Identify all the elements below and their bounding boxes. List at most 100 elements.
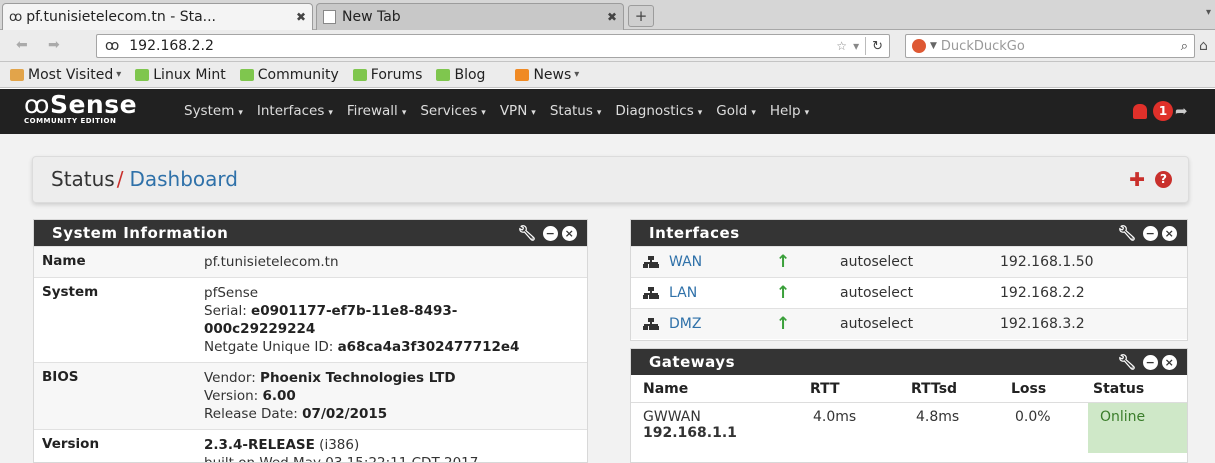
bookmarks-bar: Most Visited ▾ Linux Mint Community Foru… [0, 62, 1215, 88]
breadcrumb-current[interactable]: Dashboard [129, 167, 238, 191]
site-identity-icon[interactable]: ꝏ [105, 38, 119, 54]
breadcrumb-separator: / [116, 167, 124, 191]
breadcrumb: Status / Dashboard ✚ ? [32, 156, 1189, 203]
menu-firewall[interactable]: Firewall ▾ [347, 103, 406, 119]
version-label: Version: [204, 388, 259, 404]
search-placeholder[interactable]: DuckDuckGo [941, 39, 1181, 54]
version-value: 6.00 [262, 388, 296, 404]
minimize-icon[interactable]: − [1143, 225, 1158, 241]
rss-icon [515, 68, 530, 81]
bookmark-news[interactable]: News ▾ [515, 67, 579, 83]
minimize-icon[interactable]: − [543, 225, 558, 241]
tab-title: New Tab [342, 9, 401, 25]
new-tab-button[interactable]: + [628, 5, 654, 27]
info-row-name: Name pf.tunisietelecom.tn [34, 246, 587, 277]
widget-title: System Information [52, 224, 229, 242]
logout-icon[interactable]: ➦ [1175, 102, 1188, 120]
bookmark-community[interactable]: Community [239, 66, 339, 83]
logo-subtitle: COMMUNITY EDITION [24, 117, 117, 125]
column-header-rtt: RTT [810, 381, 840, 397]
home-icon[interactable]: ⌂ [1199, 38, 1208, 54]
interface-media: autoselect [840, 254, 914, 270]
menu-status[interactable]: Status ▾ [550, 103, 602, 119]
close-icon[interactable]: × [1162, 354, 1177, 370]
info-value: Vendor: Phoenix Technologies LTD Version… [204, 363, 587, 429]
info-value: 2.3.4-RELEASE (i386) built on Wed May 03… [204, 430, 587, 462]
menu-services[interactable]: Services ▾ [420, 103, 485, 119]
chevron-down-icon: ▾ [116, 69, 122, 80]
interface-link-lan[interactable]: LAN [669, 285, 697, 301]
browser-tab-active[interactable]: ꝏ pf.tunisietelecom.tn - Sta... ✖ [2, 3, 313, 30]
wrench-icon[interactable]: 🔧︎ [1117, 353, 1137, 371]
alert-count-badge[interactable]: 1 [1153, 101, 1173, 121]
interface-link-wan[interactable]: WAN [669, 254, 702, 270]
bookmark-label: Community [257, 66, 339, 83]
tab-close-icon[interactable]: ✖ [607, 10, 617, 24]
menu-gold[interactable]: Gold ▾ [716, 103, 756, 119]
table-row: GWWAN 192.168.1.1 4.0ms 4.8ms 0.0% Onlin… [631, 403, 1187, 461]
add-widget-icon[interactable]: ✚ [1129, 169, 1145, 191]
serial-label: Serial: [204, 303, 247, 319]
wrench-icon[interactable]: 🔧︎ [517, 224, 537, 242]
tab-title: pf.tunisietelecom.tn - Sta... [26, 9, 216, 25]
pfsense-favicon-icon: ꝏ [9, 9, 23, 25]
bookmark-linux-mint[interactable]: Linux Mint [135, 67, 226, 83]
menu-help[interactable]: Help ▾ [770, 103, 809, 119]
system-information-widget: System Information 🔧︎ − × Name pf.tunisi… [33, 219, 588, 463]
arch: (i386) [319, 437, 360, 453]
close-icon[interactable]: × [562, 225, 577, 241]
interface-ip: 192.168.1.50 [1000, 254, 1094, 270]
pfsense-navbar: ꝏSense COMMUNITY EDITION System ▾ Interfa… [0, 89, 1215, 134]
search-icon[interactable]: ⌕ [1181, 39, 1188, 54]
network-icon [643, 287, 659, 299]
mint-icon [436, 68, 451, 81]
close-icon[interactable]: × [1162, 225, 1177, 241]
pfsense-logo[interactable]: ꝏSense COMMUNITY EDITION [24, 91, 164, 131]
search-bar[interactable]: ▼ DuckDuckGo ⌕ [905, 34, 1195, 58]
gateway-address: 192.168.1.1 [643, 425, 737, 441]
widget-header: System Information 🔧︎ − × [34, 220, 587, 246]
wrench-icon[interactable]: 🔧︎ [1117, 224, 1137, 242]
search-engine-dropdown-icon[interactable]: ▼ [930, 41, 937, 51]
url-text[interactable]: 192.168.2.2 [129, 38, 836, 54]
widget-title: Interfaces [649, 224, 740, 242]
bell-icon[interactable] [1133, 103, 1147, 119]
minimize-icon[interactable]: − [1143, 354, 1158, 370]
tab-close-icon[interactable]: ✖ [296, 10, 306, 24]
vendor-label: Vendor: [204, 370, 256, 386]
interface-link-dmz[interactable]: DMZ [669, 316, 701, 332]
browser-nav-bar: ⬅ ➡ ꝏ 192.168.2.2 ☆ ▾ ↻ ▼ DuckDuckGo ⌕ ⌂ [0, 30, 1215, 62]
duckduckgo-icon[interactable] [912, 39, 926, 53]
column-header-name: Name [643, 381, 689, 397]
browser-tab-new[interactable]: New Tab ✖ [316, 3, 624, 30]
info-row-bios: BIOS Vendor: Phoenix Technologies LTD Ve… [34, 362, 587, 429]
interface-ip: 192.168.2.2 [1000, 285, 1085, 301]
widget-header: Gateways 🔧︎ − × [631, 349, 1187, 375]
menu-system[interactable]: System ▾ [184, 103, 243, 119]
arrow-up-icon: ↑ [776, 314, 791, 334]
interface-ip: 192.168.3.2 [1000, 316, 1085, 332]
history-dropdown-icon[interactable]: ▾ [853, 39, 859, 53]
menu-diagnostics[interactable]: Diagnostics ▾ [615, 103, 702, 119]
bookmark-most-visited[interactable]: Most Visited ▾ [10, 67, 121, 83]
interface-media: autoselect [840, 316, 914, 332]
main-menu: System ▾ Interfaces ▾ Firewall ▾ Services ▾ … [184, 103, 809, 119]
arrow-up-icon: ↑ [776, 252, 791, 272]
back-arrow-icon[interactable]: ⬅ [16, 37, 28, 53]
release-label: Release Date: [204, 406, 298, 422]
bookmark-forums[interactable]: Forums [352, 67, 422, 83]
reload-icon[interactable]: ↻ [872, 39, 883, 54]
help-icon[interactable]: ? [1155, 171, 1172, 188]
bookmark-blog[interactable]: Blog [436, 67, 485, 83]
interface-row: LAN ↑ autoselect 192.168.2.2 [631, 277, 1187, 308]
url-bar[interactable]: ꝏ 192.168.2.2 ☆ ▾ ↻ [96, 34, 890, 58]
notifications[interactable]: 1 [1133, 101, 1173, 121]
menu-interfaces[interactable]: Interfaces ▾ [257, 103, 333, 119]
menu-vpn[interactable]: VPN ▾ [500, 103, 536, 119]
network-icon [643, 318, 659, 330]
bookmark-star-icon[interactable]: ☆ [836, 39, 847, 53]
tab-list-chevron-icon[interactable]: ▾ [1206, 7, 1211, 18]
folder-icon [10, 68, 24, 81]
forward-arrow-icon[interactable]: ➡ [48, 37, 60, 53]
page-icon [323, 10, 336, 24]
